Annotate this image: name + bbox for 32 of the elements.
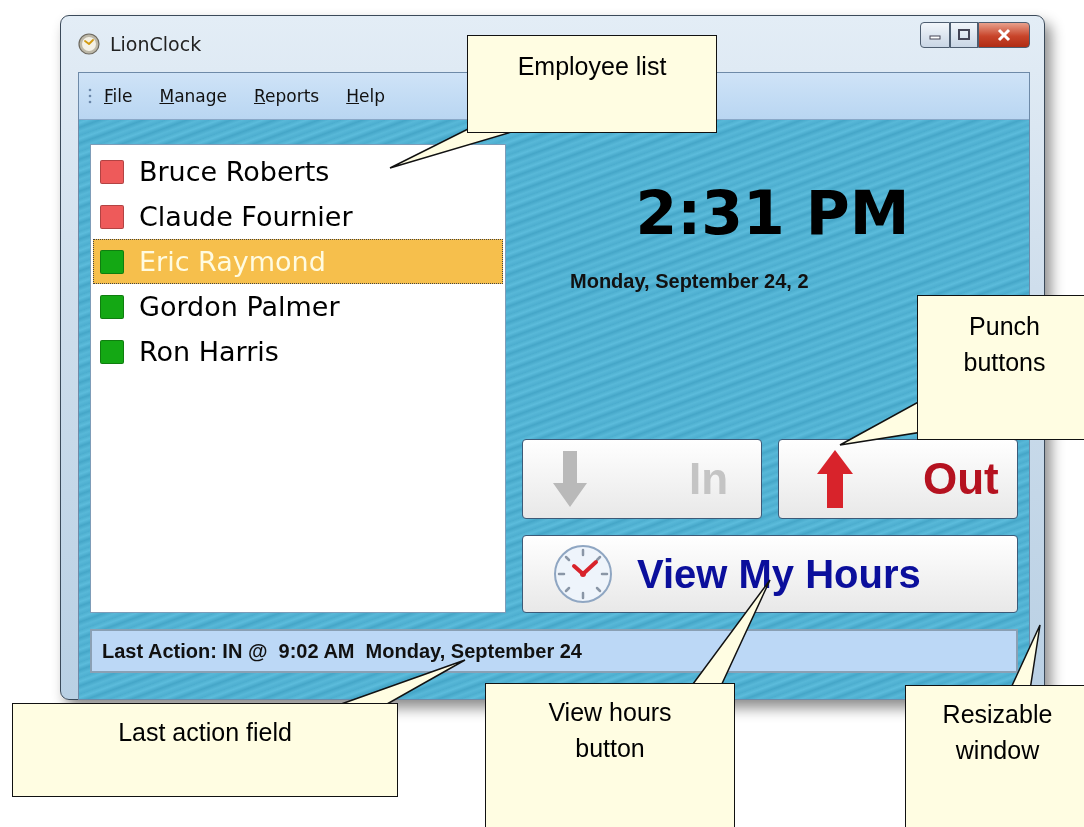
last-action-field: Last Action: IN @ 9:02 AM Monday, September 24: [90, 629, 1018, 673]
clock-icon: [78, 33, 100, 55]
punch-button[interactable]: Out: [778, 439, 1018, 519]
clock-icon: [553, 544, 613, 604]
window-title: LionClock: [110, 33, 202, 55]
callout: View hours button: [485, 683, 735, 827]
view-hours-button[interactable]: View My Hours: [522, 535, 1018, 613]
employee-name: Bruce Roberts: [139, 156, 330, 187]
up-arrow-icon: [817, 450, 853, 508]
down-arrow-icon: [553, 451, 587, 507]
callout: Resizable window: [905, 685, 1084, 827]
menu-item[interactable]: Reports: [254, 86, 320, 106]
menu-item[interactable]: Manage: [159, 86, 227, 106]
employee-name: Claude Fournier: [139, 201, 353, 232]
maximize-icon: [957, 29, 971, 41]
menu-item[interactable]: File: [104, 86, 133, 106]
employee-name: Eric Raymond: [139, 246, 326, 277]
clock-time: 2:31 PM: [634, 178, 911, 248]
employee-name: Gordon Palmer: [139, 291, 340, 322]
callout: Punch buttons: [917, 295, 1084, 440]
maximize-button[interactable]: [950, 22, 978, 48]
employee-item[interactable]: Bruce Roberts: [93, 149, 503, 194]
close-button[interactable]: [978, 22, 1030, 48]
employee-item[interactable]: Claude Fournier: [93, 194, 503, 239]
employee-item[interactable]: Gordon Palmer: [93, 284, 503, 329]
close-icon: [996, 28, 1012, 42]
minimize-button[interactable]: [920, 22, 950, 48]
employee-item[interactable]: Ron Harris: [93, 329, 503, 374]
employee-name: Ron Harris: [139, 336, 279, 367]
menu-item[interactable]: Help: [346, 86, 385, 106]
clock-date: Monday, September 24, 2: [569, 270, 810, 293]
grip-icon: [88, 88, 92, 104]
